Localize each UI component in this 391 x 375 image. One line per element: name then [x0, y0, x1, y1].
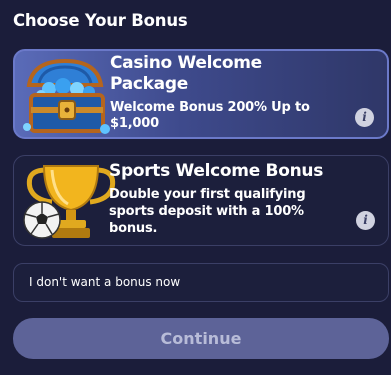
no-bonus-option[interactable]: I don't want a bonus now [13, 263, 389, 302]
sports-info-icon[interactable]: i [356, 211, 375, 230]
casino-bonus-title-line2: Package [110, 74, 188, 94]
treasure-chest-icon [23, 58, 110, 134]
casino-bonus-card[interactable]: Casino Welcome Package Welcome Bonus 200… [13, 49, 389, 139]
sports-bonus-desc-line1: Double your first qualifying [109, 187, 306, 202]
casino-bonus-desc-line2: $1,000 [110, 116, 159, 131]
page-title: Choose Your Bonus [13, 11, 188, 30]
sports-bonus-card[interactable]: Sports Welcome Bonus Double your first q… [13, 155, 389, 246]
sports-bonus-desc-line3: bonus. [109, 221, 158, 236]
trophy-soccer-icon [23, 165, 116, 239]
casino-bonus-title-line1: Casino Welcome [110, 53, 262, 73]
sports-bonus-desc-line2: sports deposit with a 100% [109, 204, 304, 219]
sports-bonus-title: Sports Welcome Bonus [109, 161, 324, 181]
casino-info-icon[interactable]: i [355, 108, 374, 127]
casino-bonus-desc-line1: Welcome Bonus 200% Up to [110, 100, 310, 115]
continue-button[interactable]: Continue [13, 318, 389, 359]
